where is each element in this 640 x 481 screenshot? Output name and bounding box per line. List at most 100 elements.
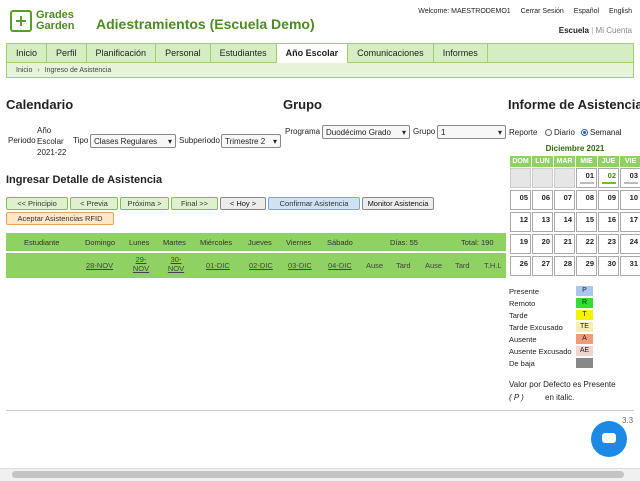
calendar-day[interactable]: 19 bbox=[510, 234, 531, 254]
user-links: Welcome: MAESTRODEMO1 Cerrar Sesión Espa… bbox=[410, 8, 632, 15]
nav-tab-perfil[interactable]: Perfil bbox=[47, 44, 87, 63]
calendar-day[interactable]: 27 bbox=[532, 256, 553, 276]
mi-cuenta-link[interactable]: Mi Cuenta bbox=[596, 26, 632, 35]
calendar-day[interactable]: 09 bbox=[598, 190, 619, 210]
calendar-day[interactable]: 02 bbox=[598, 168, 619, 188]
nav-tab-comunicaciones[interactable]: Comunicaciones bbox=[348, 44, 434, 63]
hoy-button[interactable]: < Hoy > bbox=[220, 197, 266, 210]
attendance-grid-header: Estudiante Domingo Lunes Martes Miércole… bbox=[6, 233, 506, 251]
calendar-day[interactable]: 10 bbox=[620, 190, 640, 210]
nav-tab-estudiantes[interactable]: Estudiantes bbox=[211, 44, 277, 63]
nav-tab-ano-escolar[interactable]: Año Escolar bbox=[276, 44, 349, 63]
calendar-month: Diciembre 2021 bbox=[510, 143, 640, 154]
calendar-day[interactable]: 20 bbox=[532, 234, 553, 254]
proxima-button[interactable]: Próxima > bbox=[120, 197, 169, 210]
scrollbar-thumb[interactable] bbox=[12, 471, 624, 478]
principio-button[interactable]: << Principio bbox=[6, 197, 68, 210]
date-link[interactable]: 30-NOV bbox=[166, 255, 186, 273]
calendar-day[interactable]: 14 bbox=[554, 212, 575, 232]
calendar-dow: LUN bbox=[532, 156, 553, 167]
top-bar: Grades Garden Adiestramientos (Escuela D… bbox=[0, 0, 640, 44]
footer-divider bbox=[6, 410, 634, 411]
calendar-day-empty bbox=[510, 168, 531, 188]
grupo-title: Grupo bbox=[283, 97, 322, 112]
aceptar-rfid-button[interactable]: Aceptar Asistencias RFID bbox=[6, 212, 114, 225]
tipo-select[interactable]: Clases Regulares bbox=[90, 134, 176, 149]
breadcrumb-home[interactable]: Inicio bbox=[16, 67, 32, 74]
previa-button[interactable]: < Previa bbox=[70, 197, 118, 210]
final-button[interactable]: Final >> bbox=[171, 197, 218, 210]
diario-radio[interactable] bbox=[545, 129, 552, 137]
calendar-dow: MAR bbox=[554, 156, 575, 167]
col-viernes: Viernes bbox=[286, 238, 312, 247]
programa-select[interactable]: Duodécimo Grado bbox=[322, 125, 410, 140]
legend-swatch: R bbox=[576, 298, 593, 308]
default-italic-note: en italic. bbox=[545, 393, 575, 402]
subperiodo-select[interactable]: Trimestre 2 bbox=[221, 134, 281, 149]
calendar-day[interactable]: 16 bbox=[598, 212, 619, 232]
calendar-day[interactable]: 15 bbox=[576, 212, 597, 232]
date-link[interactable]: 04-DIC bbox=[328, 261, 352, 270]
monitor-asistencia-button[interactable]: Monitor Asistencia bbox=[362, 197, 434, 210]
calendar-day[interactable]: 26 bbox=[510, 256, 531, 276]
nav-tab-inicio[interactable]: Inicio bbox=[7, 44, 48, 63]
date-link[interactable]: 02-DIC bbox=[249, 261, 273, 270]
day-attendance-bar bbox=[602, 182, 616, 184]
calendar-day[interactable]: 21 bbox=[554, 234, 575, 254]
semanal-label: Semanal bbox=[590, 128, 622, 137]
calendar-day[interactable]: 07 bbox=[554, 190, 575, 210]
lang-en-link[interactable]: English bbox=[609, 8, 632, 15]
default-code: ( P ) bbox=[509, 393, 524, 402]
nav-tab-informes[interactable]: Informes bbox=[434, 44, 488, 63]
legend-label: Presente bbox=[509, 287, 540, 296]
diario-option[interactable]: Diario bbox=[545, 128, 575, 137]
col-jueves: Jueves bbox=[248, 238, 272, 247]
summary-tard: Tard bbox=[396, 261, 411, 270]
calendar-day[interactable]: 01 bbox=[576, 168, 597, 188]
grupo-select[interactable]: 1 bbox=[437, 125, 506, 140]
horizontal-scrollbar[interactable] bbox=[0, 468, 640, 481]
legend-swatch: A bbox=[576, 334, 593, 344]
escuela-link[interactable]: Escuela bbox=[559, 26, 589, 35]
calendar-day-empty bbox=[532, 168, 553, 188]
lang-es-link[interactable]: Español bbox=[574, 8, 599, 15]
mini-calendar: Diciembre 2021 bbox=[510, 143, 640, 154]
calendar-day[interactable]: 13 bbox=[532, 212, 553, 232]
school-name: Adiestramientos (Escuela Demo) bbox=[96, 16, 315, 32]
nav-tab-planificacion[interactable]: Planificación bbox=[87, 44, 157, 63]
date-link[interactable]: 28-NOV bbox=[86, 261, 113, 270]
col-estudiante: Estudiante bbox=[24, 238, 60, 247]
date-link[interactable]: 29-NOV bbox=[131, 255, 151, 273]
date-link[interactable]: 01-DIC bbox=[206, 261, 230, 270]
summary-ause: Ause bbox=[366, 261, 384, 270]
calendar-day[interactable]: 03 bbox=[620, 168, 640, 188]
calendar-day[interactable]: 22 bbox=[576, 234, 597, 254]
calendar-dow: MIE bbox=[576, 156, 597, 167]
confirmar-asistencia-button[interactable]: Confirmar Asistencia bbox=[268, 197, 360, 210]
calendar-day[interactable]: 12 bbox=[510, 212, 531, 232]
calendar-day-empty bbox=[554, 168, 575, 188]
date-link[interactable]: 03-DIC bbox=[288, 261, 312, 270]
calendar-day[interactable]: 24 bbox=[620, 234, 640, 254]
total-count: Total: 190 bbox=[461, 238, 494, 247]
calendar-day[interactable]: 06 bbox=[532, 190, 553, 210]
calendar-day[interactable]: 28 bbox=[554, 256, 575, 276]
semanal-radio[interactable] bbox=[581, 129, 588, 137]
grades-garden-logo[interactable]: Grades Garden bbox=[10, 10, 75, 32]
nav-tab-personal[interactable]: Personal bbox=[156, 44, 211, 63]
calendar-day[interactable]: 17 bbox=[620, 212, 640, 232]
chat-icon[interactable] bbox=[591, 421, 627, 457]
semanal-option[interactable]: Semanal bbox=[581, 128, 622, 137]
reporte-label: Reporte bbox=[509, 128, 538, 137]
calendar-day[interactable]: 31 bbox=[620, 256, 640, 276]
col-domingo: Domingo bbox=[85, 238, 116, 247]
calendar-day[interactable]: 29 bbox=[576, 256, 597, 276]
calendar-day[interactable]: 08 bbox=[576, 190, 597, 210]
calendar-day[interactable]: 05 bbox=[510, 190, 531, 210]
calendar-day[interactable]: 30 bbox=[598, 256, 619, 276]
breadcrumb: Inicio › Ingreso de Asistencia bbox=[6, 63, 634, 78]
periodo-label: Periodo bbox=[8, 136, 36, 145]
dias-count: Días: 55 bbox=[390, 238, 418, 247]
calendar-day[interactable]: 23 bbox=[598, 234, 619, 254]
logout-link[interactable]: Cerrar Sesión bbox=[521, 8, 564, 15]
